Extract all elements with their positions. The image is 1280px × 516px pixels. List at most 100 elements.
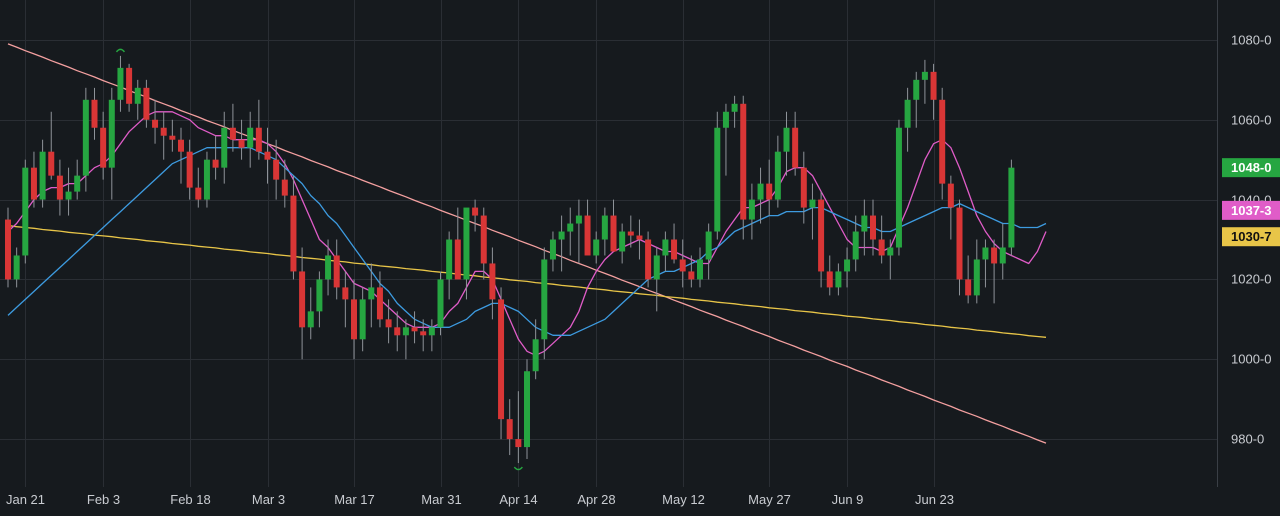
candle-body <box>549 239 556 260</box>
candle-body <box>800 167 807 208</box>
candle-body <box>411 327 418 332</box>
candle-body <box>619 231 626 252</box>
candle-body <box>229 127 236 140</box>
candle-body <box>645 239 652 280</box>
candle-body <box>662 239 669 256</box>
candle-body <box>169 135 176 140</box>
candle-body <box>247 127 254 148</box>
candle[interactable] <box>1008 159 1015 256</box>
candle-body <box>653 255 660 280</box>
candle-body <box>117 67 124 100</box>
candle-body <box>575 215 582 224</box>
candle-body <box>489 263 496 300</box>
x-tick-label: Jan 21 <box>6 492 45 507</box>
candle-body <box>126 67 133 104</box>
candle-body <box>428 327 435 336</box>
candle-body <box>437 279 444 328</box>
candle-body <box>221 127 228 168</box>
candle-body <box>844 259 851 272</box>
y-tick-label: 980-0 <box>1231 432 1264 447</box>
price-badge: 1037-3 <box>1222 200 1280 220</box>
candle-body <box>186 151 193 188</box>
candle[interactable] <box>740 95 747 240</box>
candlestick-chart[interactable]: 1080-0 1060-0 1040-0 1020-0 1000-0 980-0 1048… <box>0 0 1280 511</box>
candle-body <box>921 71 928 80</box>
candle-body <box>956 207 963 280</box>
candle-body <box>818 199 825 272</box>
candle-body <box>852 231 859 260</box>
candle-body <box>134 87 141 104</box>
candle[interactable] <box>203 151 210 208</box>
candle-body <box>333 255 340 288</box>
candle-body <box>394 327 401 336</box>
candle-body <box>65 191 72 200</box>
candle-body <box>515 439 522 448</box>
x-tick-label: Feb 3 <box>87 492 120 507</box>
candle-body <box>532 339 539 372</box>
candle-body <box>627 231 634 236</box>
candle[interactable] <box>714 111 721 240</box>
candle-body <box>783 127 790 152</box>
candle-body <box>299 271 306 328</box>
candle-body <box>22 167 29 256</box>
candle-body <box>947 183 954 208</box>
candle-body <box>48 151 55 176</box>
price-badge: 1048-0 <box>1222 158 1280 178</box>
candle-body <box>688 271 695 280</box>
candle-body <box>143 87 150 120</box>
candle-body <box>861 215 868 232</box>
candle[interactable] <box>939 87 946 200</box>
chart-canvas[interactable]: 1080-01060-01040-01020-01000-0980-0 1048… <box>0 0 1280 511</box>
candle-body <box>567 223 574 232</box>
candle-body <box>930 71 937 100</box>
candle-body <box>584 215 591 256</box>
x-tick-label: Apr 14 <box>499 492 537 507</box>
candle-body <box>307 311 314 328</box>
candle-body <box>774 151 781 200</box>
candle-body <box>273 159 280 180</box>
candle-body <box>82 99 89 176</box>
price-badge-label: 1048-0 <box>1231 160 1271 175</box>
candle[interactable] <box>895 119 902 256</box>
candle[interactable] <box>5 207 11 288</box>
candle-body <box>757 183 764 200</box>
candle-body <box>39 151 46 200</box>
candle-body <box>108 99 115 168</box>
candle[interactable] <box>22 159 29 264</box>
candle-body <box>402 327 409 336</box>
candle-body <box>999 247 1006 264</box>
price-badge-label: 1037-3 <box>1231 203 1271 218</box>
candle[interactable] <box>498 287 505 440</box>
candle-body <box>316 279 323 312</box>
candle-body <box>376 287 383 320</box>
y-tick-label: 1080-0 <box>1231 33 1271 48</box>
candle[interactable] <box>524 359 530 460</box>
x-tick-label: Jun 9 <box>832 492 864 507</box>
candle-body <box>480 215 487 264</box>
price-badge-label: 1030-7 <box>1231 229 1271 244</box>
candle-body <box>264 151 271 160</box>
candle-body <box>281 179 288 196</box>
candle-body <box>359 299 366 340</box>
candle-body <box>826 271 833 288</box>
candle-body <box>982 247 989 260</box>
candle-body <box>160 127 167 136</box>
candle-body <box>541 259 548 340</box>
candle-body <box>558 231 565 240</box>
candle-body <box>740 103 747 220</box>
candle-body <box>748 199 755 220</box>
candle-body <box>454 239 461 280</box>
candle[interactable] <box>645 231 652 288</box>
candle[interactable] <box>437 271 444 336</box>
candle-body <box>290 195 297 272</box>
candle-body <box>887 247 894 256</box>
candle-body <box>991 247 998 264</box>
candle-body <box>731 103 738 112</box>
candle-body <box>178 139 184 152</box>
candle-body <box>835 271 842 288</box>
candle-body <box>524 371 530 448</box>
candle-body <box>705 231 712 260</box>
x-tick-label: Mar 3 <box>252 492 285 507</box>
candle-body <box>325 255 332 280</box>
candle-body <box>671 239 678 260</box>
